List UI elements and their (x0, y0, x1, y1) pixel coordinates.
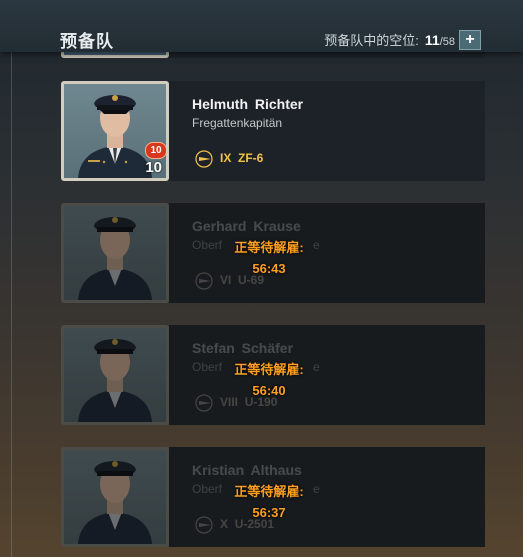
ship-tier: IX (220, 151, 232, 166)
ship-name: ZF-6 (238, 151, 264, 166)
commander-name: Kristian Althaus (192, 462, 302, 478)
commander-ship: IX ZF-6 (192, 150, 263, 168)
officer-portrait-icon (78, 461, 152, 544)
slots-used: 11 (424, 32, 440, 48)
commander-row[interactable]: Gerhard Krause Oberf e VI U-69 正等待解雇: 56:… (61, 203, 485, 303)
commander-level: 10 (145, 159, 162, 176)
dismissal-timer: 56:37 (252, 505, 286, 520)
commander-portrait[interactable] (61, 203, 169, 303)
dismissal-status: 正等待解雇: 56:40 (159, 359, 379, 401)
commander-portrait[interactable]: 10 10 (61, 81, 169, 181)
commander-name: Gerhard Krause (192, 218, 301, 234)
dismissal-label: 正等待解雇: (234, 362, 304, 377)
officer-portrait-icon (78, 217, 152, 300)
reserve-slots: 预备队中的空位: 11/58 (324, 30, 455, 49)
dismissal-timer: 56:40 (252, 383, 286, 398)
commander-rank: Fregattenkapitän (192, 116, 283, 130)
commander-row[interactable]: Stefan Schäfer Oberf e VIII U-190 正等待解雇: … (61, 325, 485, 425)
commander-portrait[interactable] (61, 447, 169, 547)
slots-total: /58 (439, 36, 455, 48)
commander-info[interactable]: Helmuth Richter Fregattenkapitän IX ZF-6 (169, 81, 485, 181)
header-bar: 预备队 预备队中的空位: 11/58 + (0, 0, 523, 52)
commander-portrait[interactable] (61, 325, 169, 425)
dismissal-label: 正等待解雇: (234, 484, 304, 499)
dismissal-timer: 56:43 (252, 261, 286, 276)
submarine-class-icon (195, 150, 213, 168)
dismissal-status: 正等待解雇: 56:43 (159, 237, 379, 279)
skill-points-badge: 10 (145, 142, 166, 159)
commander-name: Stefan Schäfer (192, 340, 294, 356)
commander-name: Helmuth Richter (192, 96, 304, 112)
dismissal-status: 正等待解雇: 56:37 (159, 481, 379, 523)
slots-label: 预备队中的空位: (324, 33, 419, 48)
officer-portrait-icon (78, 339, 152, 422)
add-slot-button[interactable]: + (459, 30, 481, 50)
commander-row[interactable]: Kristian Althaus Oberf e X U-2501 正等待解雇: … (61, 447, 485, 547)
page-title: 预备队 (60, 32, 114, 51)
dismissal-label: 正等待解雇: (234, 240, 304, 255)
commander-row[interactable]: 10 10 Helmuth Richter Fregattenkapitän I… (61, 81, 485, 181)
list-divider (11, 52, 12, 557)
